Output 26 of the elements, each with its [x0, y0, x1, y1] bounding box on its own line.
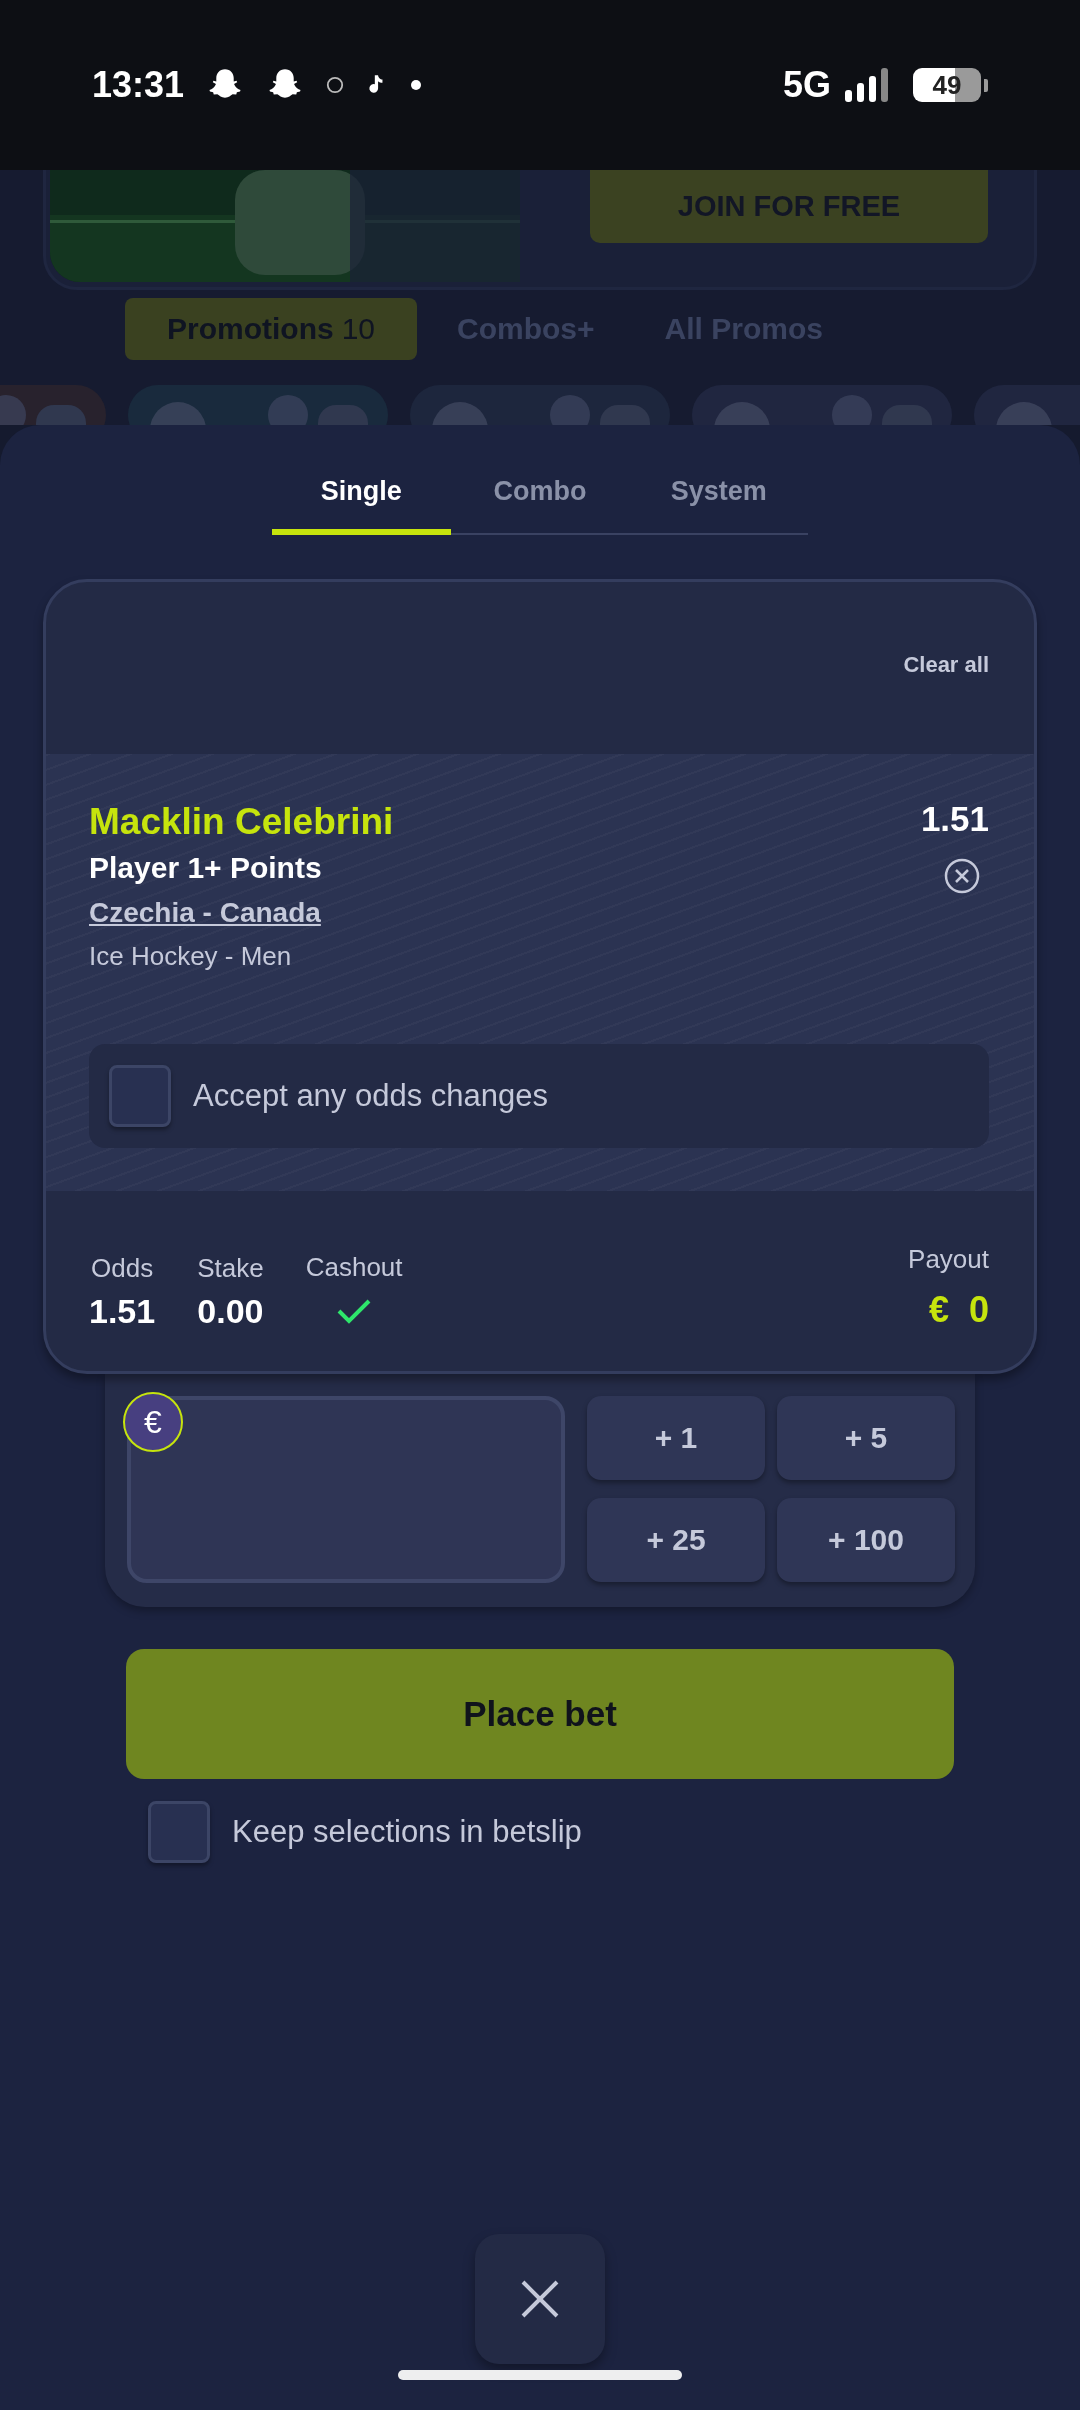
- accept-odds-label: Accept any odds changes: [193, 1078, 549, 1114]
- event-link[interactable]: Czechia - Canada: [89, 891, 394, 935]
- league-name: Ice Hockey - Men: [89, 940, 293, 973]
- stake-label: Stake: [197, 1253, 264, 1284]
- network-label: 5G: [782, 64, 831, 106]
- odds-value: 1.51: [89, 1292, 156, 1331]
- stake-value: 0.00: [197, 1292, 264, 1331]
- bet-type-tab[interactable]: Single: [272, 453, 451, 535]
- clear-all-button[interactable]: Clear all: [903, 652, 989, 678]
- payout-label: Payout: [908, 1244, 989, 1275]
- cashout-label: Cashout: [305, 1252, 403, 1283]
- quick-stake-button[interactable]: + 25: [587, 1497, 765, 1582]
- place-bet-button[interactable]: Place bet: [126, 1649, 954, 1779]
- quick-stake-button[interactable]: + 5: [777, 1396, 955, 1480]
- selection-odds: 1.51: [920, 799, 989, 839]
- payout-value: € 0: [928, 1289, 989, 1331]
- market-name: Player 1+ Points: [89, 850, 323, 886]
- currency-badge: €: [123, 1392, 183, 1452]
- keep-selections-label: Keep selections in betslip: [232, 1814, 582, 1850]
- quick-stake-button[interactable]: + 1: [587, 1396, 765, 1480]
- bet-type-tab[interactable]: System: [629, 453, 808, 535]
- quick-stake-button[interactable]: + 100: [777, 1497, 955, 1582]
- bet-type-tab[interactable]: Combo: [450, 453, 630, 535]
- player-name: Macklin Celebrini: [89, 800, 394, 844]
- status-time: 13:31: [92, 64, 185, 106]
- odds-label: Odds: [91, 1253, 154, 1284]
